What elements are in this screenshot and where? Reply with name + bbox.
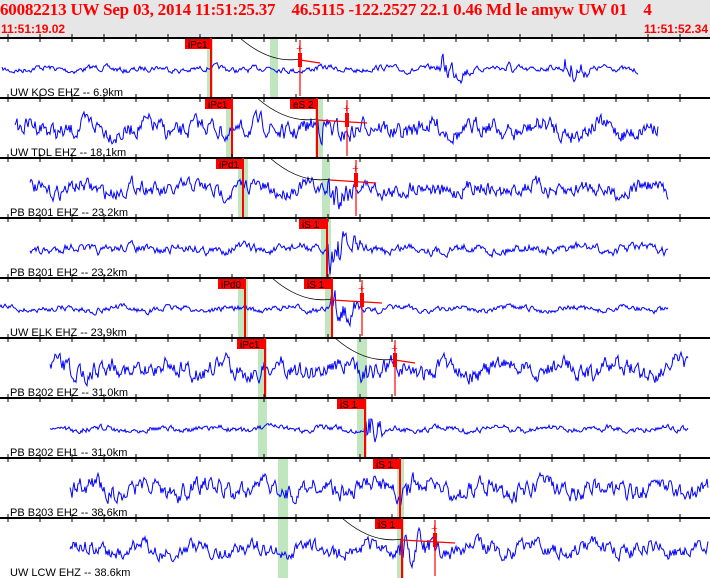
travel-time-window <box>278 458 288 518</box>
pick-label: iPd1 <box>219 160 239 171</box>
travel-time-curve <box>269 157 331 181</box>
travel-time-window <box>270 38 278 98</box>
plus-marker: + <box>343 101 350 115</box>
seismogram-plot[interactable]: +iPc1UW KOS EHZ -- 6.9km+iPc1 eS 2UW TDL … <box>0 0 710 578</box>
pick-label: iS 1 <box>340 400 358 411</box>
plus-marker: + <box>352 161 359 175</box>
pick-label: iPc1 <box>208 100 228 111</box>
waveform-trace <box>69 471 709 509</box>
amplitude-bar <box>433 533 437 547</box>
waveform-trace <box>14 108 659 146</box>
amplitude-bar <box>393 353 397 367</box>
pick-label: iS 1 <box>307 280 325 291</box>
coda-line <box>394 359 416 364</box>
amplitude-bar <box>354 173 358 187</box>
plus-marker: + <box>391 341 398 355</box>
plus-marker: + <box>431 521 438 535</box>
amplitude-bar <box>345 113 349 127</box>
pick-label: iS 1 <box>376 460 394 471</box>
coda-line <box>329 179 377 184</box>
amplitude-bar <box>360 293 364 307</box>
waveform-trace <box>1 53 639 85</box>
amplitude-bar <box>298 53 302 67</box>
channel-label: UW LCW EHZ -- 38.6km <box>10 567 130 578</box>
plus-marker: + <box>358 281 365 295</box>
pick-label: iPc1 <box>240 340 260 351</box>
waveform-trace <box>0 289 669 328</box>
travel-time-window <box>278 518 288 578</box>
pick-label: iS 1 <box>378 520 396 531</box>
waveform-trace <box>69 526 709 570</box>
pick-label: eS 2 <box>293 100 314 111</box>
waveform-trace <box>49 418 689 443</box>
pick-label: iS 1 <box>302 220 320 231</box>
coda-line <box>299 59 321 64</box>
plus-marker: + <box>296 41 303 55</box>
pick-label: iPc1 <box>188 40 208 51</box>
pick-label: iPd0 <box>221 280 241 291</box>
